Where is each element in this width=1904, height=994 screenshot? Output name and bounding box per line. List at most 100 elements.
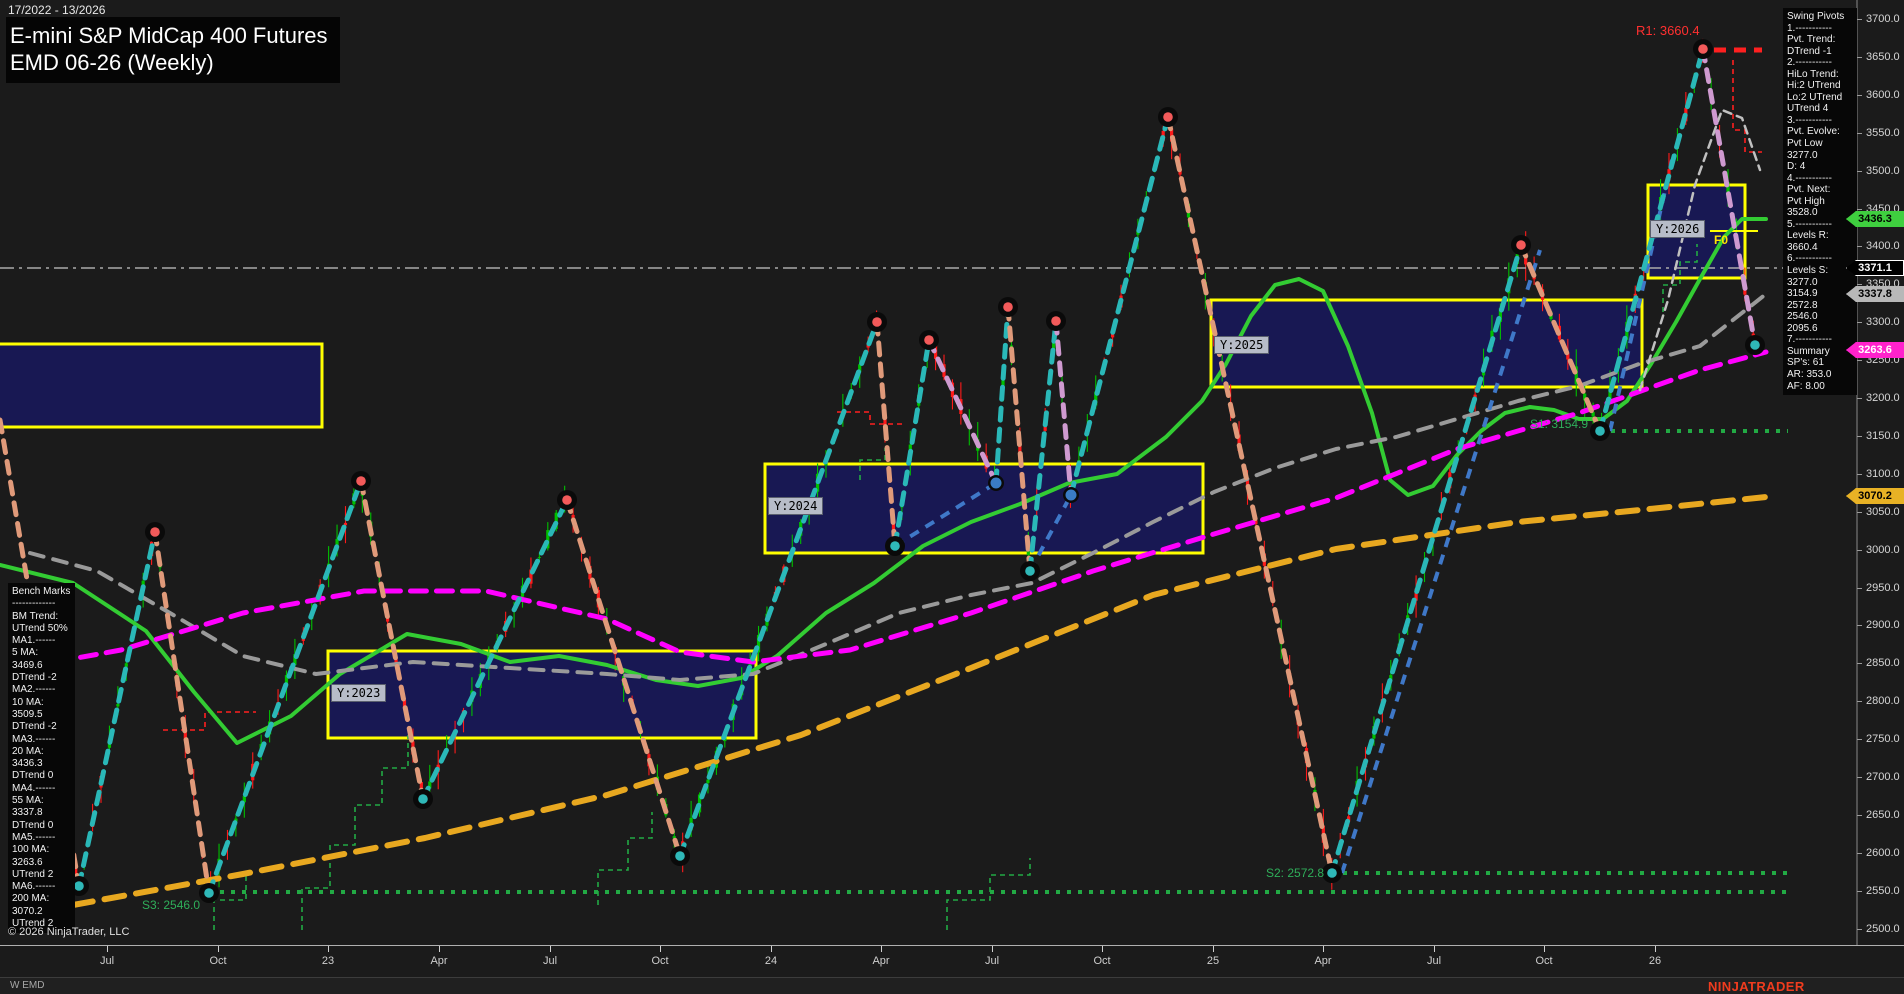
price-tick bbox=[1857, 777, 1862, 778]
bench-marks-line: 3509.5 bbox=[12, 708, 43, 720]
time-tick-label: Oct bbox=[1093, 955, 1111, 967]
price-tick bbox=[1857, 473, 1862, 475]
time-tick-label: Oct bbox=[651, 955, 669, 967]
price-tick bbox=[1857, 701, 1862, 703]
bench-marks-line: MA4.------ bbox=[12, 782, 56, 794]
swing-leg bbox=[76, 529, 158, 889]
price-tick bbox=[1857, 19, 1862, 20]
price-tick bbox=[1857, 246, 1862, 248]
time-axis[interactable]: Jul Oct 23 Apr Jul Oct 24 Apr Jul Oct 25… bbox=[0, 945, 1904, 977]
swing-pivots-line: 2.----------- bbox=[1787, 57, 1832, 69]
time-tick-label: Oct bbox=[1535, 955, 1553, 967]
swing-leg bbox=[358, 478, 426, 802]
price-tick bbox=[1857, 663, 1862, 665]
bench-marks-line: BM Trend: bbox=[12, 610, 59, 622]
resistance-r1-label: R1: 3660.4 bbox=[1636, 23, 1700, 38]
swing-high-dot bbox=[1698, 44, 1708, 54]
swing-high-dot bbox=[872, 317, 882, 327]
time-tick bbox=[439, 946, 440, 952]
swing-pivots-line: 3154.9 bbox=[1787, 288, 1818, 300]
chart-title: E-mini S&P MidCap 400 Futures EMD 06-26 … bbox=[6, 17, 340, 83]
fib-f0-label: F0 bbox=[1714, 233, 1729, 247]
bench-marks-line: MA1.------ bbox=[12, 635, 56, 647]
price-tick-label: 2800.0 bbox=[1866, 695, 1900, 708]
time-tick-label: Apr bbox=[430, 955, 448, 967]
price-tick bbox=[1857, 398, 1862, 399]
tab-w-emd[interactable]: W EMD bbox=[10, 980, 44, 991]
swing-high-dot bbox=[1516, 240, 1526, 250]
price-tick-label: 2850.0 bbox=[1866, 657, 1900, 670]
price-tick bbox=[1857, 890, 1862, 892]
price-marker-tag: 3337.8 bbox=[1846, 286, 1904, 302]
price-tick bbox=[1857, 739, 1862, 741]
bench-marks-line: 100 MA: bbox=[12, 844, 50, 856]
bench-marks-line: MA5.------ bbox=[12, 831, 56, 843]
swing-low-dot bbox=[1327, 868, 1337, 878]
bench-marks-line: 20 MA: bbox=[12, 745, 44, 757]
swing-low-dot bbox=[74, 881, 84, 891]
time-tick bbox=[881, 946, 882, 952]
swing-pivots-line: UTrend 4 bbox=[1787, 103, 1829, 115]
bench-marks-line: DTrend 0 bbox=[12, 770, 54, 782]
contract-period: EMD 06-26 (Weekly) bbox=[10, 50, 214, 75]
time-tick bbox=[660, 946, 661, 952]
time-tick-label: Jul bbox=[99, 955, 115, 967]
bench-marks-line: Bench Marks bbox=[12, 586, 71, 597]
year-range-box[interactable] bbox=[763, 462, 1205, 555]
price-tick-label: 3600.0 bbox=[1866, 88, 1900, 101]
price-tick-label: 2900.0 bbox=[1866, 619, 1900, 632]
time-tick bbox=[1544, 946, 1545, 952]
year-box-label-2024[interactable]: Y:2024 bbox=[768, 497, 824, 515]
evolving-pivot-dot bbox=[1065, 489, 1077, 501]
swing-leg bbox=[926, 337, 999, 486]
year-box-label-2023[interactable]: Y:2023 bbox=[331, 684, 387, 702]
swing-leg bbox=[677, 319, 880, 859]
swing-pivots-line: 7.----------- bbox=[1787, 334, 1832, 346]
swing-pivots-line: AF: 8.00 bbox=[1787, 380, 1825, 392]
swing-pivots-line: 2546.0 bbox=[1787, 311, 1818, 323]
bench-marks-line: UTrend 2 bbox=[12, 868, 54, 880]
swing-pivots-line: 4.----------- bbox=[1787, 172, 1832, 184]
price-tick bbox=[1857, 928, 1862, 930]
chart-canvas[interactable] bbox=[0, 0, 1904, 945]
time-tick bbox=[992, 946, 993, 952]
swing-pivots-line: 3528.0 bbox=[1787, 207, 1818, 219]
year-range-box[interactable] bbox=[0, 342, 324, 429]
price-tick bbox=[1857, 511, 1862, 513]
trail-stop-steps bbox=[1732, 60, 1762, 153]
swing-high-dot bbox=[356, 476, 366, 486]
price-tick-label: 3000.0 bbox=[1866, 543, 1900, 556]
swing-pivots-line: Hi:2 UTrend bbox=[1787, 80, 1841, 92]
time-tick bbox=[328, 946, 329, 952]
swing-pivots-line: Swing Pivots bbox=[1787, 11, 1845, 22]
bench-marks-panel: Bench Marks ------------- BM Trend: UTrend … bbox=[8, 583, 75, 934]
time-tick-label: Jul bbox=[542, 955, 558, 967]
time-tick-label: Jul bbox=[1426, 955, 1442, 967]
swing-high-dot bbox=[562, 495, 572, 505]
price-axis[interactable]: 3700.0 3650.0 3600.0 3550.0 3500.0 3450.… bbox=[1846, 0, 1904, 945]
swing-high-dot bbox=[150, 527, 160, 537]
support-s3-label: S3: 2546.0 bbox=[142, 898, 201, 912]
price-tick bbox=[1857, 852, 1862, 854]
bench-marks-line: 200 MA: bbox=[12, 893, 50, 905]
price-tick-label: 2500.0 bbox=[1866, 922, 1900, 935]
chart-window: 17/2022 - 13/2026 E-mini S&P MidCap 400 … bbox=[0, 0, 1904, 994]
price-marker-tag: 3070.2 bbox=[1846, 488, 1904, 504]
time-tick-label: Jul bbox=[984, 955, 1000, 967]
time-tick bbox=[1213, 946, 1214, 952]
time-tick bbox=[1102, 946, 1103, 952]
swing-pivots-line: Levels R: bbox=[1787, 230, 1829, 242]
year-box-label-2025[interactable]: Y:2025 bbox=[1214, 336, 1270, 354]
swing-pivots-line: 6.----------- bbox=[1787, 253, 1832, 265]
year-box-label-2026[interactable]: Y:2026 bbox=[1650, 220, 1706, 238]
price-tick-label: 2550.0 bbox=[1866, 884, 1900, 897]
bench-marks-line: DTrend -2 bbox=[12, 721, 57, 733]
trail-stop-steps bbox=[301, 735, 409, 930]
bench-marks-line: 3337.8 bbox=[12, 807, 43, 819]
swing-pivots-line: 2572.8 bbox=[1787, 299, 1818, 311]
price-tick-label: 3700.0 bbox=[1866, 13, 1900, 25]
time-tick bbox=[1434, 946, 1435, 952]
price-tick-label: 2600.0 bbox=[1866, 846, 1900, 859]
swing-pivots-line: Levels S: bbox=[1787, 265, 1829, 277]
time-tick-label: Apr bbox=[1314, 955, 1332, 967]
